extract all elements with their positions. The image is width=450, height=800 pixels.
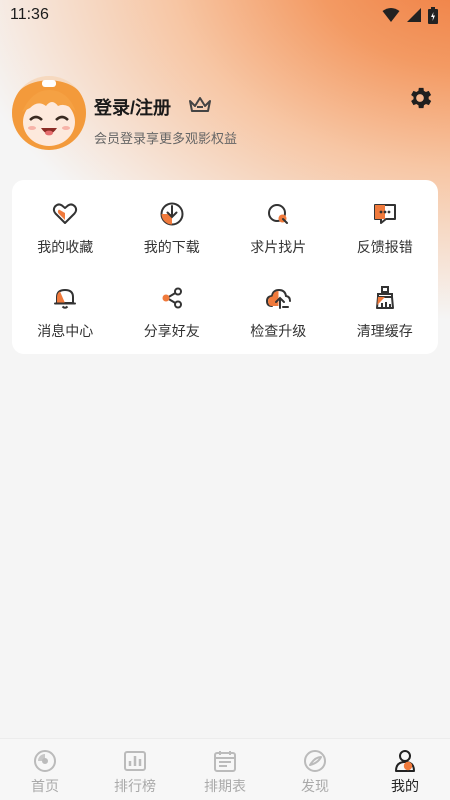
upgrade-icon bbox=[266, 288, 292, 309]
discover-icon bbox=[304, 750, 326, 772]
menu-item-favorites[interactable]: 我的收藏 bbox=[12, 180, 119, 268]
feedback-icon bbox=[373, 204, 396, 224]
login-register-title[interactable]: 登录/注册 bbox=[94, 94, 171, 120]
status-icons bbox=[382, 6, 438, 24]
menu-item-check-update[interactable]: 检查升级 bbox=[225, 268, 332, 354]
menu-item-feedback[interactable]: 反馈报错 bbox=[332, 180, 439, 268]
signal-icon bbox=[407, 8, 421, 22]
menu-item-label: 消息中心 bbox=[37, 323, 94, 339]
heart-icon bbox=[53, 203, 78, 224]
menu-item-share[interactable]: 分享好友 bbox=[119, 268, 226, 354]
function-menu-card: 我的收藏 我的下载 求片找片 反馈报错 消息中心 分享好友 检查升级 清理缓存 bbox=[12, 180, 438, 354]
tab-discover[interactable]: 发现 bbox=[270, 739, 360, 796]
battery-icon bbox=[428, 6, 438, 24]
menu-item-messages[interactable]: 消息中心 bbox=[12, 268, 119, 354]
menu-item-label: 我的收藏 bbox=[37, 239, 94, 255]
wifi-icon bbox=[382, 8, 400, 22]
menu-item-label: 我的下载 bbox=[143, 239, 200, 255]
menu-item-label: 检查升级 bbox=[250, 323, 307, 339]
tab-mine[interactable]: 我的 bbox=[360, 739, 450, 796]
menu-item-label: 分享好友 bbox=[143, 323, 200, 339]
gear-icon[interactable] bbox=[406, 84, 434, 112]
avatar[interactable] bbox=[12, 76, 86, 150]
tab-label: 排行榜 bbox=[114, 778, 156, 794]
menu-item-request-film[interactable]: 求片找片 bbox=[225, 180, 332, 268]
tab-label: 发现 bbox=[301, 778, 329, 794]
menu-item-label: 反馈报错 bbox=[356, 239, 413, 255]
tab-label: 排期表 bbox=[204, 778, 246, 794]
crown-icon bbox=[189, 97, 211, 112]
menu-item-downloads[interactable]: 我的下载 bbox=[119, 180, 226, 268]
tab-ranking[interactable]: 排行榜 bbox=[90, 739, 180, 796]
tab-label: 首页 bbox=[31, 778, 59, 794]
menu-item-label: 清理缓存 bbox=[356, 323, 413, 339]
status-bar: 11:36 bbox=[0, 0, 450, 30]
calendar-icon bbox=[214, 751, 236, 772]
clean-icon bbox=[375, 286, 394, 309]
download-icon bbox=[160, 202, 184, 226]
profile-section[interactable]: 登录/注册 会员登录享更多观影权益 bbox=[12, 76, 442, 156]
bell-icon bbox=[54, 289, 77, 309]
member-benefit-subtitle: 会员登录享更多观影权益 bbox=[94, 131, 238, 146]
ranking-icon bbox=[124, 751, 146, 771]
menu-item-label: 求片找片 bbox=[250, 239, 307, 255]
status-time: 11:36 bbox=[10, 6, 49, 23]
menu-item-clear-cache[interactable]: 清理缓存 bbox=[332, 268, 439, 354]
mine-icon bbox=[395, 750, 415, 772]
search-film-icon bbox=[268, 204, 289, 224]
anime-avatar-icon bbox=[12, 76, 86, 150]
tab-home[interactable]: 首页 bbox=[0, 739, 90, 796]
tab-label: 我的 bbox=[391, 778, 419, 794]
share-icon bbox=[162, 287, 182, 309]
tab-schedule[interactable]: 排期表 bbox=[180, 739, 270, 796]
home-icon bbox=[34, 750, 56, 772]
bottom-tab-bar: 首页 排行榜 排期表 发现 我的 bbox=[0, 738, 450, 800]
